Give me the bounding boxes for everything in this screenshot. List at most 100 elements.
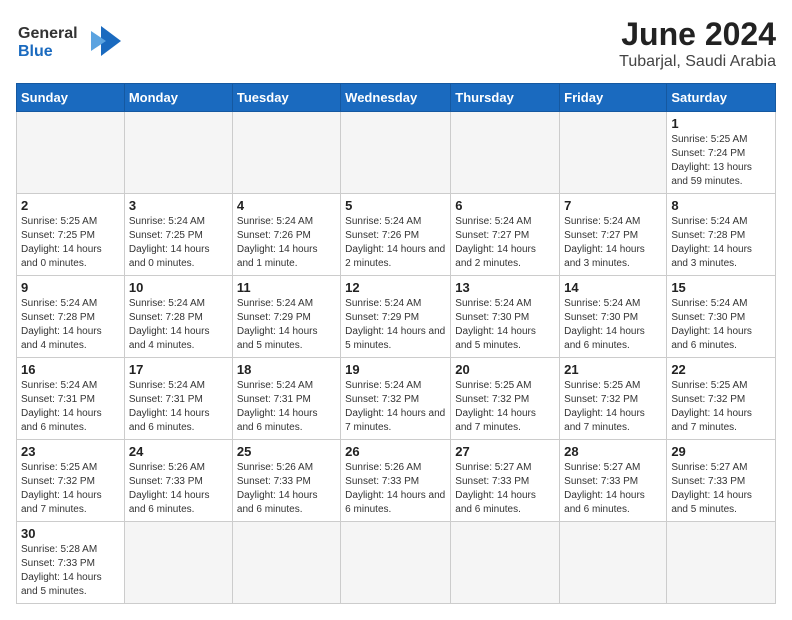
day-info: Sunrise: 5:25 AMSunset: 7:32 PMDaylight:…	[671, 379, 771, 435]
day-cell: 15 Sunrise: 5:24 AMSunset: 7:30 PMDayligh…	[667, 276, 776, 358]
day-info: Sunrise: 5:24 AMSunset: 7:27 PMDaylight:…	[455, 215, 555, 271]
day-info: Sunrise: 5:27 AMSunset: 7:33 PMDaylight:…	[455, 461, 555, 517]
day-info: Sunrise: 5:26 AMSunset: 7:33 PMDaylight:…	[237, 461, 336, 517]
day-number: 7	[564, 198, 662, 213]
day-info: Sunrise: 5:24 AMSunset: 7:32 PMDaylight:…	[345, 379, 446, 435]
day-number: 16	[21, 362, 120, 377]
day-number: 3	[129, 198, 228, 213]
calendar-title: June 2024	[619, 16, 776, 53]
week-row-2: 2Sunrise: 5:25 AMSunset: 7:25 PMDaylight…	[17, 194, 776, 276]
day-number: 25	[237, 444, 336, 459]
day-cell: 26 Sunrise: 5:26 AMSunset: 7:33 PMDayligh…	[341, 440, 451, 522]
day-number: 30	[21, 526, 120, 541]
day-info: Sunrise: 5:24 AMSunset: 7:26 PMDaylight:…	[345, 215, 446, 271]
day-number: 11	[237, 280, 336, 295]
day-number: 19	[345, 362, 446, 377]
day-info: Sunrise: 5:24 AMSunset: 7:26 PMDaylight:…	[237, 215, 336, 271]
day-number: 20	[455, 362, 555, 377]
day-cell	[124, 112, 232, 194]
day-cell	[232, 522, 340, 604]
logo: General Blue	[16, 16, 126, 71]
week-row-5: 23Sunrise: 5:25 AMSunset: 7:32 PMDayligh…	[17, 440, 776, 522]
day-cell	[451, 522, 560, 604]
day-cell: 5 Sunrise: 5:24 AMSunset: 7:26 PMDaylight…	[341, 194, 451, 276]
day-info: Sunrise: 5:24 AMSunset: 7:28 PMDaylight:…	[129, 297, 228, 353]
day-cell: 13 Sunrise: 5:24 AMSunset: 7:30 PMDayligh…	[451, 276, 560, 358]
day-number: 18	[237, 362, 336, 377]
day-cell: 2Sunrise: 5:25 AMSunset: 7:25 PMDaylight…	[17, 194, 125, 276]
day-info: Sunrise: 5:27 AMSunset: 7:33 PMDaylight:…	[564, 461, 662, 517]
day-cell: 29Sunrise: 5:27 AMSunset: 7:33 PMDayligh…	[667, 440, 776, 522]
day-cell: 3Sunrise: 5:24 AMSunset: 7:25 PMDaylight…	[124, 194, 232, 276]
day-number: 26	[345, 444, 446, 459]
day-cell: 21Sunrise: 5:25 AMSunset: 7:32 PMDayligh…	[560, 358, 667, 440]
day-cell: 4 Sunrise: 5:24 AMSunset: 7:26 PMDaylight…	[232, 194, 340, 276]
weekday-header-saturday: Saturday	[667, 84, 776, 112]
day-cell: 25 Sunrise: 5:26 AMSunset: 7:33 PMDayligh…	[232, 440, 340, 522]
day-info: Sunrise: 5:24 AMSunset: 7:30 PMDaylight:…	[671, 297, 771, 353]
weekday-header-wednesday: Wednesday	[341, 84, 451, 112]
day-info: Sunrise: 5:27 AMSunset: 7:33 PMDaylight:…	[671, 461, 771, 517]
day-info: Sunrise: 5:24 AMSunset: 7:30 PMDaylight:…	[455, 297, 555, 353]
page: General Blue June 2024 Tubarjal, Saudi A…	[0, 0, 792, 620]
day-cell: 7 Sunrise: 5:24 AMSunset: 7:27 PMDaylight…	[560, 194, 667, 276]
week-row-6: 30 Sunrise: 5:28 AMSunset: 7:33 PMDayligh…	[17, 522, 776, 604]
day-number: 4	[237, 198, 336, 213]
day-info: Sunrise: 5:24 AMSunset: 7:27 PMDaylight:…	[564, 215, 662, 271]
day-cell: 17Sunrise: 5:24 AMSunset: 7:31 PMDayligh…	[124, 358, 232, 440]
logo-text: General Blue	[16, 16, 126, 71]
day-number: 8	[671, 198, 771, 213]
day-cell: 6 Sunrise: 5:24 AMSunset: 7:27 PMDaylight…	[451, 194, 560, 276]
day-number: 5	[345, 198, 446, 213]
day-info: Sunrise: 5:26 AMSunset: 7:33 PMDaylight:…	[345, 461, 446, 517]
day-number: 2	[21, 198, 120, 213]
day-info: Sunrise: 5:28 AMSunset: 7:33 PMDaylight:…	[21, 543, 120, 599]
day-number: 1	[671, 116, 771, 131]
week-row-4: 16 Sunrise: 5:24 AMSunset: 7:31 PMDayligh…	[17, 358, 776, 440]
day-number: 21	[564, 362, 662, 377]
day-cell	[124, 522, 232, 604]
day-cell: 27 Sunrise: 5:27 AMSunset: 7:33 PMDayligh…	[451, 440, 560, 522]
week-row-1: 1 Sunrise: 5:25 AMSunset: 7:24 PMDaylight…	[17, 112, 776, 194]
day-cell	[232, 112, 340, 194]
day-info: Sunrise: 5:26 AMSunset: 7:33 PMDaylight:…	[129, 461, 228, 517]
day-cell: 1 Sunrise: 5:25 AMSunset: 7:24 PMDaylight…	[667, 112, 776, 194]
week-row-3: 9Sunrise: 5:24 AMSunset: 7:28 PMDaylight…	[17, 276, 776, 358]
day-cell: 24 Sunrise: 5:26 AMSunset: 7:33 PMDayligh…	[124, 440, 232, 522]
day-info: Sunrise: 5:25 AMSunset: 7:32 PMDaylight:…	[21, 461, 120, 517]
day-cell	[17, 112, 125, 194]
day-cell	[667, 522, 776, 604]
weekday-header-sunday: Sunday	[17, 84, 125, 112]
day-number: 10	[129, 280, 228, 295]
svg-text:Blue: Blue	[18, 43, 53, 60]
day-cell: 11Sunrise: 5:24 AMSunset: 7:29 PMDayligh…	[232, 276, 340, 358]
day-cell: 10 Sunrise: 5:24 AMSunset: 7:28 PMDayligh…	[124, 276, 232, 358]
day-info: Sunrise: 5:24 AMSunset: 7:31 PMDaylight:…	[237, 379, 336, 435]
day-cell: 14Sunrise: 5:24 AMSunset: 7:30 PMDayligh…	[560, 276, 667, 358]
day-cell: 18 Sunrise: 5:24 AMSunset: 7:31 PMDayligh…	[232, 358, 340, 440]
day-info: Sunrise: 5:24 AMSunset: 7:28 PMDaylight:…	[21, 297, 120, 353]
weekday-header-tuesday: Tuesday	[232, 84, 340, 112]
day-number: 6	[455, 198, 555, 213]
title-block: June 2024 Tubarjal, Saudi Arabia	[619, 16, 776, 71]
day-number: 27	[455, 444, 555, 459]
day-info: Sunrise: 5:24 AMSunset: 7:31 PMDaylight:…	[21, 379, 120, 435]
day-cell	[451, 112, 560, 194]
svg-text:General: General	[18, 25, 78, 42]
day-number: 13	[455, 280, 555, 295]
day-number: 15	[671, 280, 771, 295]
day-number: 28	[564, 444, 662, 459]
weekday-header-row: SundayMondayTuesdayWednesdayThursdayFrid…	[17, 84, 776, 112]
day-cell: 16 Sunrise: 5:24 AMSunset: 7:31 PMDayligh…	[17, 358, 125, 440]
day-cell: 30 Sunrise: 5:28 AMSunset: 7:33 PMDayligh…	[17, 522, 125, 604]
day-number: 24	[129, 444, 228, 459]
day-info: Sunrise: 5:24 AMSunset: 7:29 PMDaylight:…	[345, 297, 446, 353]
weekday-header-monday: Monday	[124, 84, 232, 112]
day-cell: 9Sunrise: 5:24 AMSunset: 7:28 PMDaylight…	[17, 276, 125, 358]
day-number: 22	[671, 362, 771, 377]
day-cell: 23Sunrise: 5:25 AMSunset: 7:32 PMDayligh…	[17, 440, 125, 522]
day-cell	[560, 522, 667, 604]
calendar-subtitle: Tubarjal, Saudi Arabia	[619, 53, 776, 71]
day-info: Sunrise: 5:25 AMSunset: 7:24 PMDaylight:…	[671, 133, 771, 189]
day-info: Sunrise: 5:24 AMSunset: 7:30 PMDaylight:…	[564, 297, 662, 353]
